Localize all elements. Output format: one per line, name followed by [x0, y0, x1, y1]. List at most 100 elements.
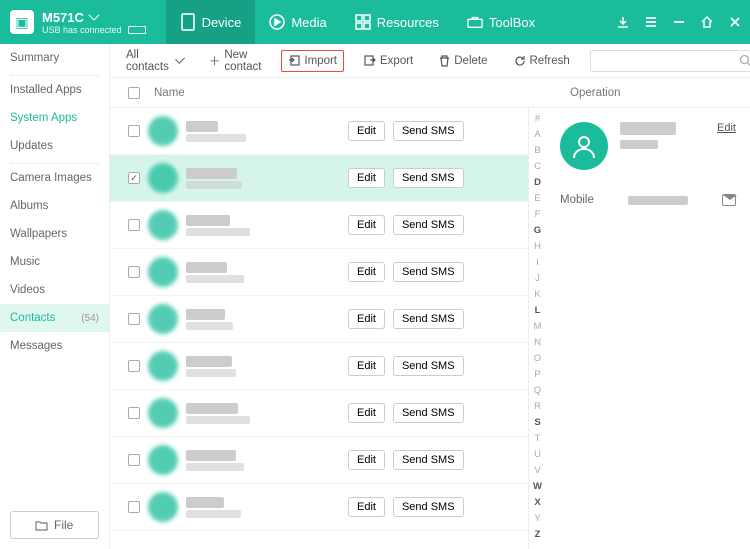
index-I[interactable]: I [536, 256, 539, 271]
edit-button[interactable]: Edit [348, 309, 385, 329]
index-G[interactable]: G [534, 224, 541, 239]
table-row[interactable]: Edit Send SMS [110, 108, 528, 155]
send-sms-button[interactable]: Send SMS [393, 356, 464, 376]
nav-device[interactable]: Device [166, 0, 256, 44]
send-sms-button[interactable]: Send SMS [393, 403, 464, 423]
edit-button[interactable]: Edit [348, 215, 385, 235]
index-F[interactable]: F [535, 208, 541, 223]
filter-dropdown[interactable]: All contacts [120, 45, 189, 77]
close-button[interactable] [728, 15, 742, 29]
index-K[interactable]: K [534, 288, 540, 303]
send-sms-button[interactable]: Send SMS [393, 262, 464, 282]
index-H[interactable]: H [534, 240, 541, 255]
select-all-checkbox[interactable] [128, 87, 140, 99]
contact-sub [186, 228, 250, 236]
index-#[interactable]: # [535, 112, 540, 127]
detail-edit-link[interactable]: Edit [717, 122, 736, 134]
import-button[interactable]: Import [281, 50, 344, 72]
index-Y[interactable]: Y [534, 512, 540, 527]
sidebar-item-installed-apps[interactable]: Installed Apps [0, 76, 109, 104]
device-selector[interactable]: M571C USB has connected [42, 10, 146, 35]
index-X[interactable]: X [534, 496, 540, 511]
index-D[interactable]: D [534, 176, 541, 191]
edit-button[interactable]: Edit [348, 356, 385, 376]
sidebar-item-system-apps[interactable]: System Apps [0, 104, 109, 132]
nav-resources[interactable]: Resources [341, 0, 453, 44]
index-R[interactable]: R [534, 400, 541, 415]
sidebar: Summary Installed AppsSystem AppsUpdates C… [0, 44, 110, 549]
edit-button[interactable]: Edit [348, 262, 385, 282]
refresh-button[interactable]: Refresh [508, 51, 576, 71]
export-button[interactable]: Export [358, 51, 419, 71]
edit-button[interactable]: Edit [348, 121, 385, 141]
edit-button[interactable]: Edit [348, 497, 385, 517]
send-sms-button[interactable]: Send SMS [393, 497, 464, 517]
index-S[interactable]: S [534, 416, 540, 431]
file-button[interactable]: File [10, 511, 99, 539]
alpha-index[interactable]: #ABCDEFGHIJKLMNOPQRSTUVWXYZ [528, 108, 546, 549]
index-C[interactable]: C [534, 160, 541, 175]
table-row[interactable]: Edit Send SMS [110, 437, 528, 484]
sidebar-item-updates[interactable]: Updates [0, 132, 109, 160]
send-sms-button[interactable]: Send SMS [393, 168, 464, 188]
column-operation: Operation [570, 87, 740, 99]
home-button[interactable] [700, 15, 714, 29]
row-checkbox[interactable] [128, 172, 140, 184]
new-contact-button[interactable]: ＋New contact [203, 45, 268, 77]
sidebar-item-camera-images[interactable]: Camera Images [0, 164, 109, 192]
sidebar-item-music[interactable]: Music [0, 248, 109, 276]
row-checkbox[interactable] [128, 219, 140, 231]
table-row[interactable]: Edit Send SMS [110, 343, 528, 390]
nav-media[interactable]: Media [255, 0, 340, 44]
index-Z[interactable]: Z [535, 528, 541, 543]
sidebar-item-summary[interactable]: Summary [0, 44, 109, 72]
index-P[interactable]: P [534, 368, 540, 383]
index-V[interactable]: V [534, 464, 540, 479]
table-row[interactable]: Edit Send SMS [110, 390, 528, 437]
send-sms-button[interactable]: Send SMS [393, 215, 464, 235]
index-T[interactable]: T [535, 432, 541, 447]
send-sms-button[interactable]: Send SMS [393, 450, 464, 470]
nav-toolbox[interactable]: ToolBox [453, 0, 549, 44]
sidebar-item-messages[interactable]: Messages [0, 332, 109, 360]
index-M[interactable]: M [534, 320, 542, 335]
sidebar-item-wallpapers[interactable]: Wallpapers [0, 220, 109, 248]
row-checkbox[interactable] [128, 407, 140, 419]
table-row[interactable]: Edit Send SMS [110, 202, 528, 249]
index-J[interactable]: J [535, 272, 540, 287]
row-checkbox[interactable] [128, 125, 140, 137]
index-E[interactable]: E [534, 192, 540, 207]
table-row[interactable]: Edit Send SMS [110, 484, 528, 531]
row-checkbox[interactable] [128, 501, 140, 513]
row-checkbox[interactable] [128, 454, 140, 466]
sidebar-item-contacts[interactable]: Contacts(54) [0, 304, 109, 332]
index-O[interactable]: O [534, 352, 541, 367]
minimize-button[interactable] [672, 15, 686, 29]
delete-button[interactable]: Delete [433, 51, 493, 71]
index-A[interactable]: A [534, 128, 540, 143]
edit-button[interactable]: Edit [348, 450, 385, 470]
search-input[interactable] [590, 50, 750, 72]
index-N[interactable]: N [534, 336, 541, 351]
index-W[interactable]: W [533, 480, 542, 495]
index-B[interactable]: B [534, 144, 540, 159]
sidebar-item-videos[interactable]: Videos [0, 276, 109, 304]
index-L[interactable]: L [535, 304, 541, 319]
table-row[interactable]: Edit Send SMS [110, 155, 528, 202]
edit-button[interactable]: Edit [348, 168, 385, 188]
edit-button[interactable]: Edit [348, 403, 385, 423]
row-checkbox[interactable] [128, 360, 140, 372]
send-sms-button[interactable]: Send SMS [393, 121, 464, 141]
send-sms-button[interactable]: Send SMS [393, 309, 464, 329]
table-row[interactable]: Edit Send SMS [110, 296, 528, 343]
device-status: USB has connected [42, 25, 122, 35]
download-icon[interactable] [616, 15, 630, 29]
menu-icon[interactable] [644, 15, 658, 29]
index-U[interactable]: U [534, 448, 541, 463]
envelope-icon[interactable] [722, 194, 736, 206]
sidebar-item-albums[interactable]: Albums [0, 192, 109, 220]
row-checkbox[interactable] [128, 266, 140, 278]
index-Q[interactable]: Q [534, 384, 541, 399]
table-row[interactable]: Edit Send SMS [110, 249, 528, 296]
row-checkbox[interactable] [128, 313, 140, 325]
